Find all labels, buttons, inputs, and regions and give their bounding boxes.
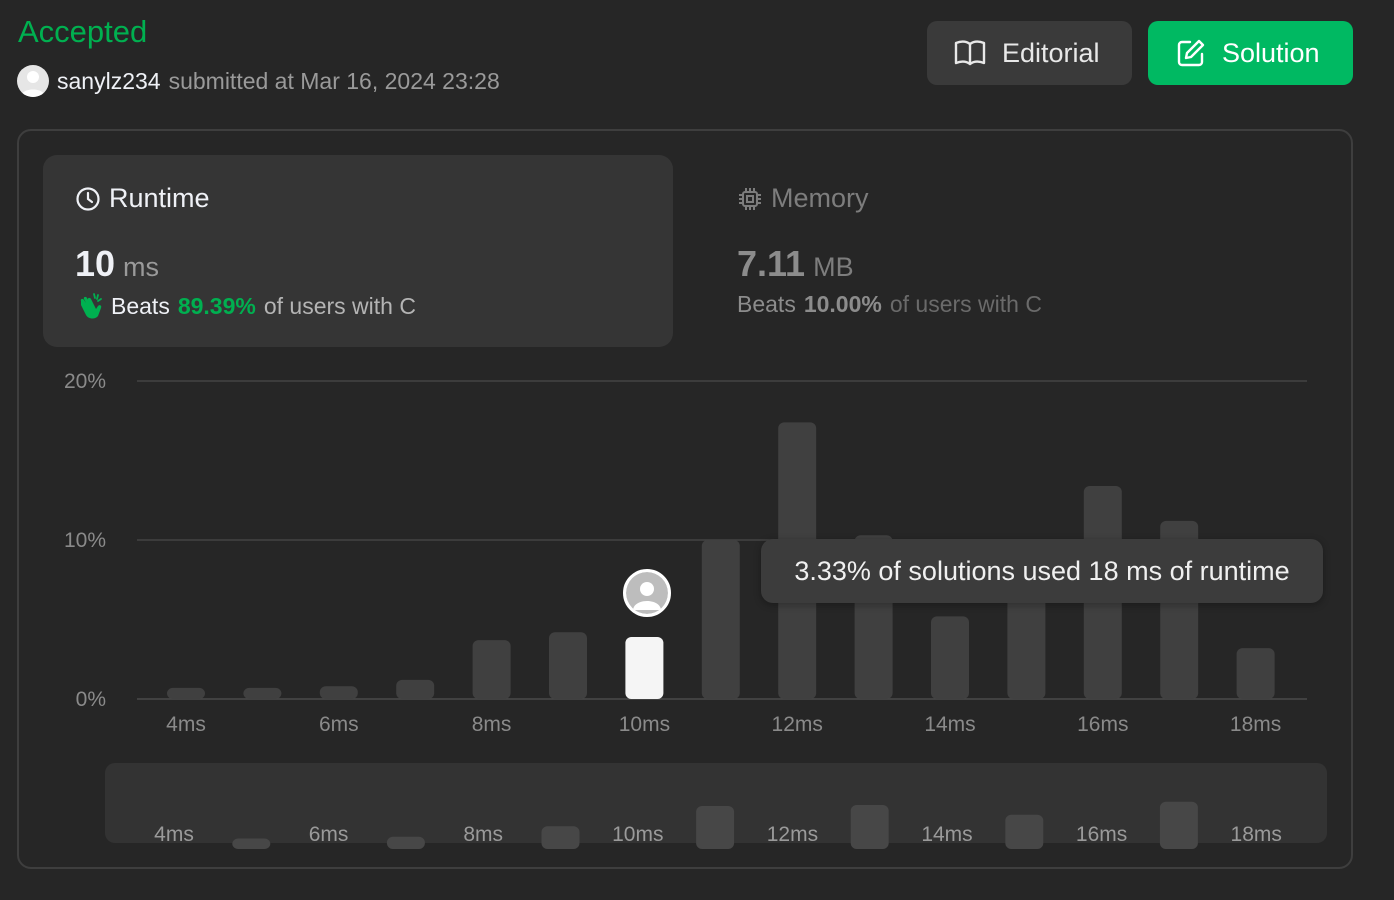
editorial-label: Editorial: [1002, 37, 1100, 68]
editorial-button[interactable]: Editorial: [927, 21, 1132, 85]
memory-beats: Beats 10.00% of users with C: [737, 291, 1042, 318]
memory-unit: MB: [813, 252, 854, 282]
edit-icon: [1177, 39, 1205, 67]
memory-card[interactable]: Memory 7.11 MB Beats 10.00% of users wit…: [705, 155, 1335, 347]
bar[interactable]: [243, 687, 282, 699]
clap-icon: [80, 293, 102, 319]
runtime-unit: ms: [123, 252, 160, 282]
runtime-beats: Beats 89.39% of users with C: [75, 291, 416, 321]
username[interactable]: sanylz234: [57, 68, 161, 95]
memory-header: Memory: [737, 183, 869, 214]
bar[interactable]: [625, 636, 664, 699]
runtime-label: Runtime: [109, 183, 210, 213]
status-accepted: Accepted: [18, 14, 148, 49]
bar[interactable]: [931, 616, 969, 699]
bar[interactable]: [167, 687, 205, 699]
bar[interactable]: [472, 640, 511, 699]
chart-tooltip: 3.33% of solutions used 18 ms of runtime: [761, 539, 1323, 603]
bar[interactable]: [1236, 648, 1275, 699]
bar[interactable]: [549, 632, 587, 699]
memory-label: Memory: [771, 183, 869, 213]
runtime-value-row: 10 ms: [75, 243, 159, 285]
memory-beats-suffix: of users with C: [889, 291, 1042, 317]
book-open-icon: [954, 40, 986, 66]
solution-label: Solution: [1222, 37, 1320, 68]
clock-icon: [76, 186, 100, 211]
runtime-beats-percent: 89.39%: [177, 292, 256, 319]
runtime-header: Runtime: [75, 183, 210, 214]
bar[interactable]: [701, 540, 740, 699]
memory-value: 7.11: [737, 243, 806, 284]
submission-byline: sanylz234 submitted at Mar 16, 2024 23:2…: [17, 65, 500, 97]
runtime-card[interactable]: Runtime 10 ms Beats 89.39% of users with…: [43, 155, 673, 347]
your-submission-marker: [623, 569, 671, 617]
chip-icon: [739, 187, 761, 210]
memory-beats-percent: 10.00%: [803, 291, 882, 317]
avatar[interactable]: [17, 65, 49, 97]
submitted-time: submitted at Mar 16, 2024 23:28: [168, 67, 500, 94]
bar[interactable]: [319, 686, 358, 699]
runtime-value: 10: [75, 243, 116, 284]
runtime-beats-suffix: of users with C: [263, 292, 416, 319]
runtime-beats-label: Beats: [111, 292, 170, 319]
solution-button[interactable]: Solution: [1148, 21, 1353, 85]
memory-value-row: 7.11 MB: [737, 243, 854, 285]
memory-beats-label: Beats: [737, 291, 796, 317]
bar[interactable]: [396, 679, 435, 699]
